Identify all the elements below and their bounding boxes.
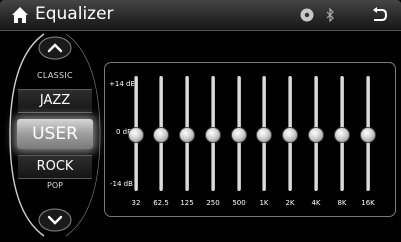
preset-jazz[interactable]: JAZZ	[18, 89, 92, 113]
bluetooth-icon	[326, 8, 334, 22]
slider-knob[interactable]	[360, 126, 376, 143]
page-title: Equalizer	[35, 4, 114, 24]
chevron-up-icon	[38, 36, 72, 60]
band-slider[interactable]: 250	[203, 76, 223, 207]
band-frequency-label: 16K	[361, 199, 375, 207]
eq-panel	[104, 62, 396, 217]
preset-up-button[interactable]	[38, 36, 72, 60]
band-slider[interactable]: 4K	[306, 76, 326, 207]
band-slider[interactable]: 500	[229, 76, 249, 207]
preset-user[interactable]: USER	[17, 119, 93, 149]
slider-knob[interactable]	[205, 126, 221, 143]
home-icon[interactable]	[11, 6, 29, 24]
preset-down-button[interactable]	[38, 208, 72, 232]
band-slider[interactable]: 32	[126, 76, 146, 207]
preset-classic[interactable]: CLASSIC	[20, 71, 90, 80]
band-slider[interactable]: 62.5	[151, 76, 171, 207]
back-icon[interactable]	[370, 7, 388, 23]
title-bar: Equalizer	[0, 0, 401, 31]
band-slider[interactable]: 8K	[332, 76, 352, 207]
slider-knob[interactable]	[308, 126, 324, 143]
disc-icon	[300, 8, 314, 22]
slider-knob[interactable]	[282, 126, 298, 143]
band-slider[interactable]: 1K	[254, 76, 274, 207]
slider-knob[interactable]	[153, 126, 169, 143]
slider-knob[interactable]	[179, 126, 195, 143]
slider-knob[interactable]	[334, 126, 350, 143]
band-slider[interactable]: 2K	[280, 76, 300, 207]
slider-knob[interactable]	[128, 126, 144, 143]
slider-knob[interactable]	[231, 126, 247, 143]
chevron-down-icon	[38, 208, 72, 232]
slider-knob[interactable]	[256, 126, 272, 143]
preset-pop[interactable]: POP	[20, 181, 90, 190]
band-slider[interactable]: 16K	[358, 76, 378, 207]
preset-list: CLASSIC JAZZ USER ROCK POP	[0, 30, 108, 242]
preset-rock[interactable]: ROCK	[18, 155, 92, 179]
equalizer-screen: Equalizer CLASSIC JAZZ USER ROCK POP +14…	[0, 0, 401, 242]
band-slider[interactable]: 125	[177, 76, 197, 207]
